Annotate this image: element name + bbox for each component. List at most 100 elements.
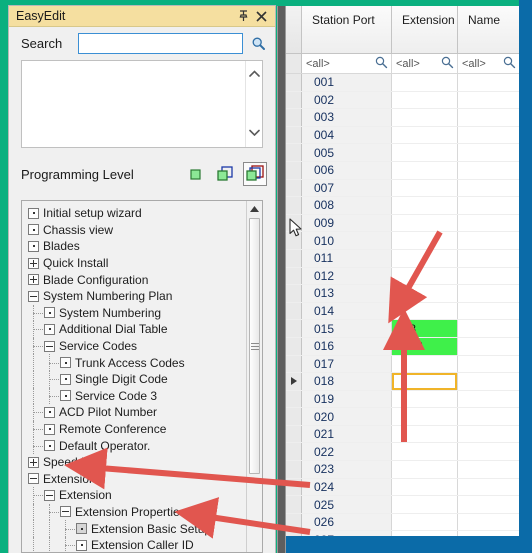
tree-node[interactable]: Extension Caller ID	[22, 536, 246, 552]
search-icon[interactable]	[249, 33, 269, 55]
pin-icon[interactable]	[234, 7, 252, 25]
cell-extension[interactable]	[392, 302, 458, 320]
programming-level-2-button[interactable]	[213, 162, 237, 186]
cell-extension[interactable]	[392, 531, 458, 536]
cell-extension[interactable]	[392, 408, 458, 425]
row-selector[interactable]	[286, 425, 302, 443]
tree-collapse-icon[interactable]	[60, 506, 71, 518]
cell-extension[interactable]	[392, 197, 458, 214]
cell-name[interactable]	[458, 303, 519, 320]
chevron-down-icon[interactable]	[248, 128, 260, 139]
cell-name[interactable]	[458, 285, 519, 302]
cell-name[interactable]	[458, 268, 519, 285]
tree-collapse-icon[interactable]	[28, 290, 39, 302]
cell-name[interactable]	[458, 426, 519, 443]
cell-extension[interactable]	[392, 161, 458, 179]
filter-search-icon-name[interactable]	[503, 56, 516, 72]
cell-extension[interactable]	[392, 74, 458, 91]
tree-node[interactable]: Speed Dial	[22, 454, 246, 471]
cell-extension[interactable]	[392, 425, 458, 443]
cell-station-port[interactable]: 012	[302, 267, 392, 285]
table-row[interactable]: 017	[286, 355, 519, 374]
filter-search-icon-extension[interactable]	[441, 56, 454, 72]
cell-station-port[interactable]: 027	[302, 531, 392, 536]
tree-collapse-icon[interactable]	[44, 489, 55, 501]
cell-name[interactable]	[458, 144, 519, 161]
filter-cell-name[interactable]: <all>	[458, 54, 519, 73]
table-row[interactable]: 024	[286, 478, 519, 497]
tree-node[interactable]: System Numbering	[22, 304, 246, 322]
row-selector[interactable]	[286, 91, 302, 109]
tree-node[interactable]: Single Digit Code	[22, 370, 246, 388]
row-selector[interactable]	[286, 513, 302, 531]
filter-cell-extension[interactable]: <all>	[392, 54, 458, 73]
cell-name[interactable]	[458, 338, 519, 355]
row-selector[interactable]	[286, 249, 302, 267]
tree-node[interactable]: Service Codes	[22, 337, 246, 355]
tree-leaf-icon[interactable]	[44, 307, 55, 319]
tree-collapse-icon[interactable]	[44, 340, 55, 352]
cell-extension[interactable]	[392, 249, 458, 267]
tree-leaf-icon[interactable]	[60, 357, 71, 369]
cell-extension[interactable]	[392, 355, 458, 373]
search-results-list[interactable]	[21, 60, 263, 148]
chevron-up-icon[interactable]	[248, 69, 260, 80]
table-row[interactable]: 007	[286, 179, 519, 198]
cell-extension[interactable]: 888	[392, 320, 458, 337]
row-selector[interactable]	[286, 302, 302, 320]
row-selector[interactable]	[286, 531, 302, 536]
table-row[interactable]: 006	[286, 161, 519, 180]
cell-name[interactable]	[458, 531, 519, 536]
table-row[interactable]: 008	[286, 197, 519, 215]
cell-extension[interactable]	[392, 126, 458, 144]
table-row[interactable]: 012	[286, 267, 519, 286]
programming-level-3-button[interactable]	[243, 162, 267, 186]
cell-station-port[interactable]: 003	[302, 109, 392, 126]
row-selector[interactable]	[286, 478, 302, 496]
tree-expand-icon[interactable]	[28, 274, 39, 286]
cell-extension[interactable]	[392, 478, 458, 496]
cell-name[interactable]	[458, 408, 519, 425]
cell-name[interactable]	[458, 180, 519, 197]
column-header-name[interactable]: Name	[458, 6, 519, 53]
table-row[interactable]: 027	[286, 531, 519, 536]
table-row[interactable]: 022	[286, 443, 519, 462]
row-selector[interactable]	[286, 355, 302, 373]
tree-node[interactable]: Remote Conference	[22, 420, 246, 438]
filter-search-icon-station-port[interactable]	[375, 56, 388, 72]
tree-node[interactable]: Service Code 3	[22, 387, 246, 405]
row-selector[interactable]	[286, 496, 302, 513]
cell-name[interactable]	[458, 461, 519, 478]
cell-extension[interactable]	[392, 390, 458, 408]
cell-station-port[interactable]: 009	[302, 214, 392, 232]
cell-name[interactable]	[458, 356, 519, 373]
tree-node[interactable]: Extension Basic Setup	[22, 520, 246, 537]
close-icon[interactable]	[252, 7, 270, 25]
cell-extension[interactable]	[392, 232, 458, 249]
cell-extension[interactable]	[392, 91, 458, 109]
cell-station-port[interactable]: 015	[302, 320, 392, 337]
tree-node-list[interactable]: Initial setup wizard Chassis view Blades Qu…	[22, 201, 246, 552]
tree-node[interactable]: ACD Pilot Number	[22, 404, 246, 421]
cell-station-port[interactable]: 022	[302, 443, 392, 461]
tree-node[interactable]: Blade Configuration	[22, 271, 246, 288]
table-row[interactable]: 021	[286, 425, 519, 444]
tree-node[interactable]: Extension	[22, 487, 246, 504]
cell-name[interactable]	[458, 92, 519, 109]
cell-extension[interactable]	[392, 267, 458, 285]
row-selector[interactable]	[286, 197, 302, 214]
table-row[interactable]: 018	[286, 373, 519, 391]
cell-station-port[interactable]: 024	[302, 478, 392, 496]
cell-name[interactable]	[458, 197, 519, 214]
cell-station-port[interactable]: 017	[302, 355, 392, 373]
cell-station-port[interactable]: 023	[302, 461, 392, 478]
tree-node[interactable]: Chassis view	[22, 222, 246, 239]
cell-extension[interactable]	[392, 373, 458, 390]
cell-name[interactable]	[458, 232, 519, 249]
tree-expand-icon[interactable]	[28, 456, 39, 468]
tree-scrollbar[interactable]	[246, 201, 262, 552]
cell-station-port[interactable]: 004	[302, 126, 392, 144]
cell-extension[interactable]	[392, 144, 458, 161]
cell-extension[interactable]	[392, 461, 458, 478]
table-row[interactable]: 003	[286, 109, 519, 127]
